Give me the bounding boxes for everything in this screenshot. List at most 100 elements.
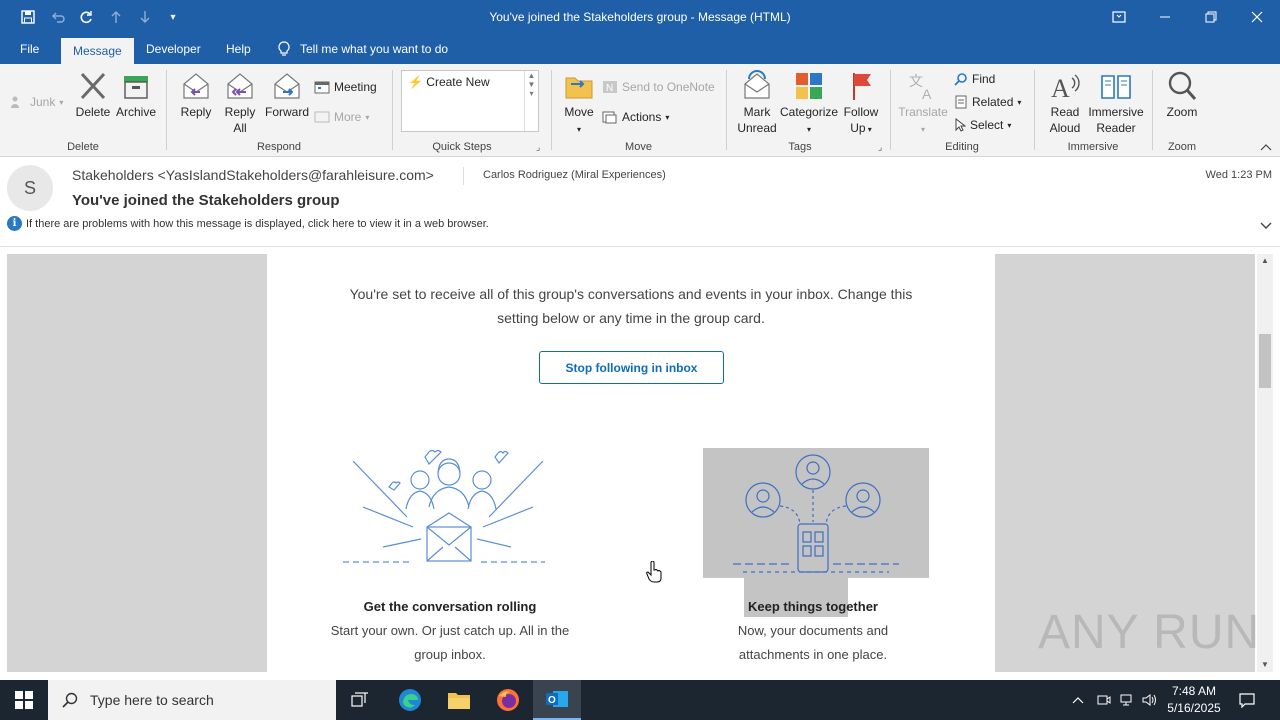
tags-launcher-icon[interactable]: ⌟ (878, 142, 882, 153)
watermark: ANY RUN (1038, 606, 1261, 659)
tab-developer[interactable]: Developer (134, 34, 213, 64)
junk-button[interactable]: Junk ▾ (10, 92, 63, 112)
window-title: You've joined the Stakeholders group - M… (489, 10, 791, 24)
group-label-respond: Respond (256, 141, 302, 153)
feature-desc-conversation: Start your own. Or just catch up. All in… (330, 623, 570, 662)
group-separator (392, 70, 393, 150)
group-label-zoom: Zoom (1167, 141, 1197, 153)
previous-item-icon[interactable] (102, 0, 130, 34)
search-icon (62, 692, 78, 708)
reply-button[interactable]: Reply (178, 70, 214, 120)
sender[interactable]: Stakeholders <YasIslandStakeholders@fara… (72, 167, 434, 183)
group-separator (166, 70, 167, 150)
message-header: S Stakeholders <YasIslandStakeholders@fa… (0, 157, 1280, 247)
intro-text: You're set to receive all of this group'… (349, 286, 913, 326)
avatar[interactable]: S (7, 165, 53, 211)
firefox-icon[interactable] (484, 680, 532, 720)
find-button[interactable]: Find (954, 69, 995, 89)
minimize-icon[interactable] (1142, 0, 1188, 34)
tab-help[interactable]: Help (214, 34, 263, 64)
scroll-down-icon[interactable]: ▼ (1257, 658, 1273, 672)
notifications-icon[interactable] (1236, 680, 1258, 720)
categorize-button[interactable]: Categorize ▾ (780, 70, 838, 138)
quick-step-create-new[interactable]: ⚡ Create New (408, 75, 490, 89)
actions-button[interactable]: Actions ▾ (602, 107, 669, 127)
network-icon[interactable] (1116, 680, 1136, 720)
quick-steps-launcher-icon[interactable]: ⌟ (536, 142, 540, 153)
task-view-icon[interactable] (336, 680, 384, 720)
customize-toolbar-icon[interactable]: ▾ (159, 0, 187, 34)
stop-following-button[interactable]: Stop following in inbox (539, 351, 724, 384)
collapse-ribbon-icon[interactable] (1260, 140, 1272, 154)
file-explorer-icon[interactable] (435, 680, 483, 720)
redo-icon[interactable] (72, 0, 100, 34)
read-aloud-button[interactable]: A Read Aloud (1044, 70, 1086, 136)
forward-icon (274, 73, 300, 99)
delete-x-icon (80, 72, 106, 100)
close-icon[interactable] (1234, 0, 1280, 34)
read-aloud-icon: A (1051, 74, 1080, 102)
message-body: You're set to receive all of this group'… (0, 247, 1280, 680)
start-button[interactable] (0, 680, 48, 720)
outlook-icon[interactable]: O (533, 680, 581, 720)
taskbar-search[interactable]: Type here to search (48, 680, 336, 720)
delete-button[interactable]: Delete (74, 70, 112, 120)
mark-unread-button[interactable]: Mark Unread (734, 70, 780, 136)
meeting-button[interactable]: Meeting (314, 77, 377, 97)
quick-steps-scroll[interactable]: ▲ ▼ ▾ (524, 71, 538, 131)
immersive-reader-button[interactable]: Immersive Reader (1086, 70, 1146, 136)
actions-icon (602, 111, 617, 124)
info-bar[interactable]: i If there are problems with how this me… (7, 216, 489, 231)
search-placeholder: Type here to search (90, 692, 214, 708)
meet-now-icon[interactable] (1094, 680, 1114, 720)
taskbar-clock[interactable]: 7:48 AM 5/16/2025 (1160, 683, 1228, 717)
translate-button[interactable]: 文A Translate ▾ (898, 70, 948, 138)
zoom-magnifier-icon (1168, 71, 1197, 100)
more-respond-button[interactable]: More ▾ (314, 107, 369, 127)
restore-icon[interactable] (1188, 0, 1234, 34)
scroll-thumb[interactable] (1259, 334, 1271, 388)
group-separator (726, 70, 727, 150)
reply-all-button[interactable]: Reply All (220, 70, 260, 136)
move-folder-icon (565, 77, 593, 99)
group-label-move: Move (625, 141, 652, 153)
show-hidden-icons[interactable] (1068, 680, 1088, 720)
scroll-up-icon[interactable]: ▲ (1257, 254, 1273, 268)
undo-icon[interactable] (44, 0, 72, 34)
flag-icon (853, 73, 871, 100)
save-icon[interactable] (14, 0, 42, 34)
group-separator (1034, 70, 1035, 150)
clock-time: 7:48 AM (1171, 684, 1217, 698)
group-label-delete: Delete (67, 141, 99, 153)
tell-me-search[interactable]: Tell me what you want to do (278, 34, 448, 64)
edge-icon[interactable] (386, 680, 434, 720)
info-bar-text: If there are problems with how this mess… (26, 217, 489, 230)
ribbon-display-options-icon[interactable] (1096, 0, 1142, 34)
group-label-tags: Tags (788, 141, 812, 153)
immersive-reader-icon (1101, 75, 1131, 99)
group-separator (1152, 70, 1153, 150)
reply-all-icon (227, 73, 253, 99)
forward-button[interactable]: Forward (263, 70, 311, 120)
recipient[interactable]: Carlos Rodriguez (Miral Experiences) (483, 169, 666, 181)
related-button[interactable]: Related ▾ (954, 92, 1021, 112)
send-to-onenote-button[interactable]: N Send to OneNote (602, 77, 715, 97)
volume-icon[interactable] (1140, 680, 1160, 720)
archive-button[interactable]: Archive (114, 70, 158, 120)
translate-icon: 文A (909, 74, 932, 102)
move-button[interactable]: Move ▾ (560, 70, 598, 138)
tab-file[interactable]: File (8, 34, 51, 64)
windows-logo-icon (15, 691, 33, 709)
tab-message[interactable]: Message (61, 38, 134, 64)
message-scrollbar[interactable]: ▲ ▼ (1257, 254, 1273, 672)
conversation-illustration (343, 449, 545, 563)
next-item-icon[interactable] (131, 0, 159, 34)
hand-cursor-icon (646, 561, 662, 583)
follow-up-button[interactable]: Follow Up ▾ (840, 70, 882, 138)
feature-title-together: Keep things together (747, 599, 878, 614)
group-label-immersive: Immersive (1067, 141, 1119, 153)
onenote-icon: N (603, 81, 617, 94)
select-button[interactable]: Select ▾ (954, 115, 1011, 135)
expand-header-icon[interactable] (1260, 219, 1272, 233)
zoom-button[interactable]: Zoom (1160, 70, 1204, 120)
